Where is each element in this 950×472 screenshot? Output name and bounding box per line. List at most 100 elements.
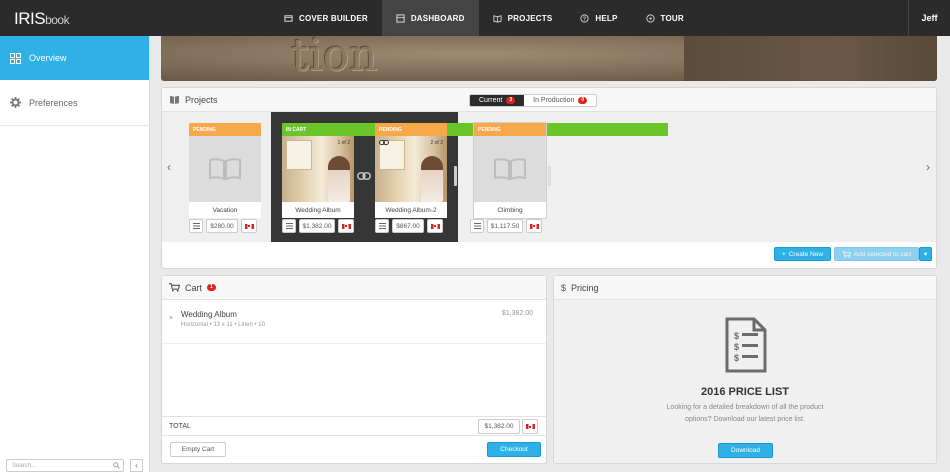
project-controls: $867.00 [375,219,443,233]
project-menu-button[interactable] [189,219,203,233]
nav-cover-builder[interactable]: COVER BUILDER [270,0,382,36]
checkout-button[interactable]: Checkout [487,442,541,457]
nav-projects[interactable]: PROJECTS [479,0,567,36]
currency-flag[interactable] [522,419,538,434]
nav-label: COVER BUILDER [299,13,368,23]
project-name: Vacation [189,202,261,218]
tab-in-production[interactable]: In Production 0 [524,95,597,106]
cart-icon [169,283,180,292]
projects-panel: Projects Current 3 In Production 0 ‹ › P… [161,87,937,269]
sidebar-item-preferences[interactable]: Preferences [0,80,149,126]
window-shape [286,140,312,170]
project-card[interactable]: PENDING Climbing [474,123,546,218]
pricing-panel: $ Pricing $ $ $ 2016 PRICE LIST Looking … [553,275,937,464]
cart-icon [841,250,851,258]
chevron-right-icon[interactable]: › [926,160,930,174]
app-logo[interactable]: IRISbook [14,9,70,29]
currency-flag[interactable] [338,219,354,233]
project-price: $867.00 [392,219,424,233]
price-list-desc-2: options? Download our latest price list. [685,416,805,423]
currency-flag[interactable] [427,219,443,233]
drag-handle[interactable] [454,166,457,186]
search-input[interactable]: Search... [6,459,124,472]
project-price: $280.00 [206,219,238,233]
nav-tour[interactable]: TOUR [632,0,698,36]
link-icon[interactable] [357,172,371,180]
project-card[interactable]: PENDING Vacation [189,123,261,218]
project-menu-button[interactable] [282,219,296,233]
pricing-header: $ Pricing [554,276,936,300]
download-button[interactable]: Download [718,443,773,458]
project-name: Climbing [474,202,546,218]
search-icon [113,462,120,469]
sidebar-item-label: Preferences [29,97,78,108]
sidebar-item-overview[interactable]: Overview [0,36,149,80]
cart-options-dropdown[interactable]: ▾ [919,247,932,261]
projects-title: Projects [185,94,218,105]
bride-figure [328,156,350,202]
project-card[interactable]: PENDING 2 of 2 Wedding Album-2 [375,123,447,218]
cart-item-price: $1,382.00 [501,310,533,317]
hamburger-icon [378,223,386,229]
create-new-button[interactable]: + Create New [774,247,831,261]
top-bar: IRISbook COVER BUILDER DASHBOARD PROJECT… [0,0,950,36]
gear-icon [10,97,21,108]
cover-banner: tion [161,36,937,81]
svg-text:$: $ [734,353,739,363]
nav-label: HELP [595,13,618,23]
count-badge: 0 [578,97,588,104]
projects-carousel: ‹ › PENDING Vacation $280.00 IN CART 1 o… [162,112,936,242]
page-indicator: 2 of 2 [430,140,443,146]
photo-thumbnail: 2 of 2 [375,136,447,202]
button-label: Add selected to cart [853,250,912,258]
price-list-desc-1: Looking for a detailed breakdown of all … [666,404,824,411]
page-indicator: 1 of 2 [337,140,350,146]
projects-tabs: Current 3 In Production 0 [469,94,598,107]
project-menu-button[interactable] [470,219,484,233]
remove-item-icon[interactable]: × [169,315,173,322]
chevron-left-icon[interactable]: ‹ [167,160,171,174]
project-price: $1,117.50 [487,219,523,233]
link-icon [379,140,389,145]
add-selected-to-cart-button[interactable]: Add selected to cart [834,247,919,261]
logo-sub: book [45,13,70,27]
project-menu-button[interactable] [375,219,389,233]
canada-flag-icon [430,223,440,229]
tab-current[interactable]: Current 3 [470,95,525,106]
user-menu[interactable]: Jeff [908,0,950,36]
dashboard-icon [396,13,405,23]
collapse-sidebar-button[interactable]: ‹ [130,459,143,472]
sidebar-item-label: Overview [29,53,67,63]
compass-icon [645,13,655,23]
nav-label: DASHBOARD [410,13,465,23]
svg-text:$: $ [734,342,739,352]
open-book-icon [209,158,241,181]
currency-flag[interactable] [526,219,542,233]
banner-emboss-text: tion [291,36,378,81]
tab-label: In Production [533,97,575,104]
canada-flag-icon [341,223,351,229]
price-document-icon: $ $ $ [725,317,767,373]
nav-help[interactable]: ? HELP [566,0,631,36]
project-name: Wedding Album [282,202,354,218]
book-thumbnail [189,136,261,202]
cart-panel: Cart 1 × Wedding Album Horizontal • 13 x… [161,275,547,464]
canada-flag-icon [525,424,535,429]
empty-cart-button[interactable]: Empty Cart [170,442,226,457]
project-card[interactable]: IN CART 1 of 2 Wedding Album [282,123,668,218]
bride-figure [421,156,443,202]
pricing-title: Pricing [571,282,599,293]
open-book-icon [170,95,179,104]
open-book-icon [494,158,526,181]
currency-flag[interactable] [241,219,257,233]
total-value: $1,382.00 [478,419,520,434]
nav-dashboard[interactable]: DASHBOARD [381,0,479,36]
project-price: $1,382.00 [299,219,335,233]
nav-label: TOUR [660,13,684,23]
project-name: Wedding Album-2 [375,202,447,218]
drag-handle[interactable] [548,166,551,186]
status-badge: PENDING [375,123,447,136]
chevron-down-icon: ▾ [923,251,928,258]
count-badge: 3 [506,97,516,104]
svg-text:?: ? [583,16,586,22]
